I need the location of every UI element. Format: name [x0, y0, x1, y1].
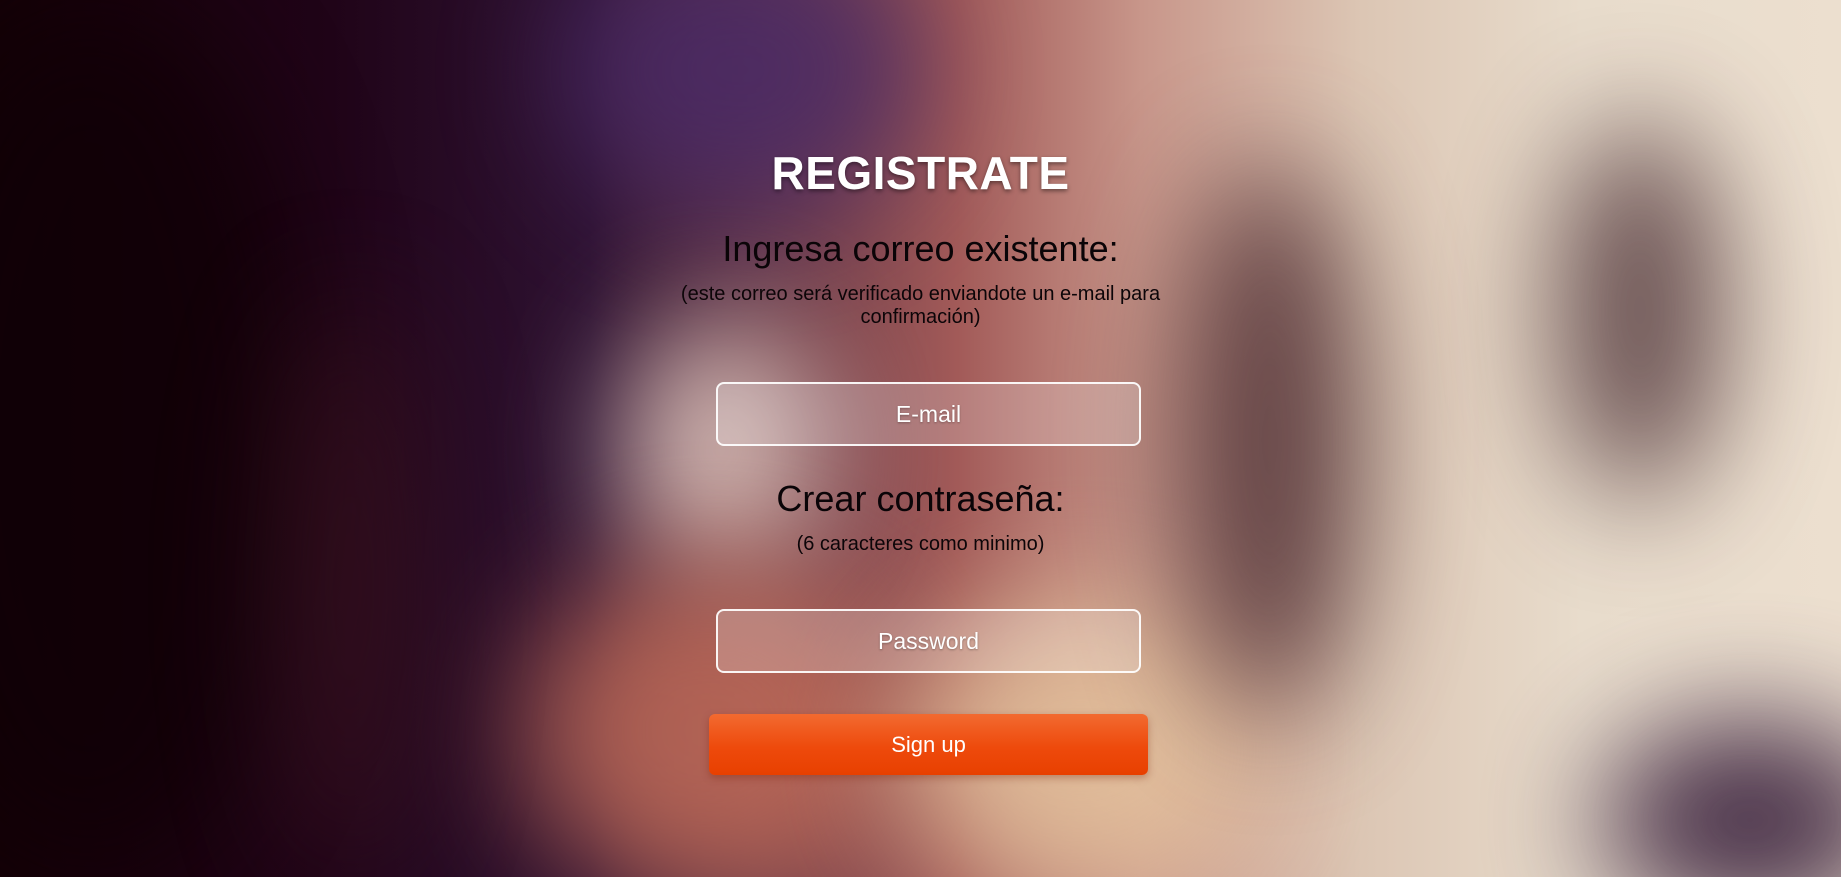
email-heading: Ingresa correo existente: — [722, 228, 1119, 269]
password-note: (6 caracteres como minimo) — [796, 533, 1045, 555]
page-title: REGISTRATE — [771, 147, 1070, 199]
password-heading: Crear contraseña: — [776, 478, 1065, 519]
email-field[interactable] — [716, 382, 1141, 446]
signup-button[interactable]: Sign up — [709, 714, 1148, 775]
password-field[interactable] — [716, 609, 1141, 673]
email-note: (este correo será verificado enviandote … — [680, 283, 1161, 328]
registration-form: REGISTRATE Ingresa correo existente: (es… — [0, 0, 1841, 877]
